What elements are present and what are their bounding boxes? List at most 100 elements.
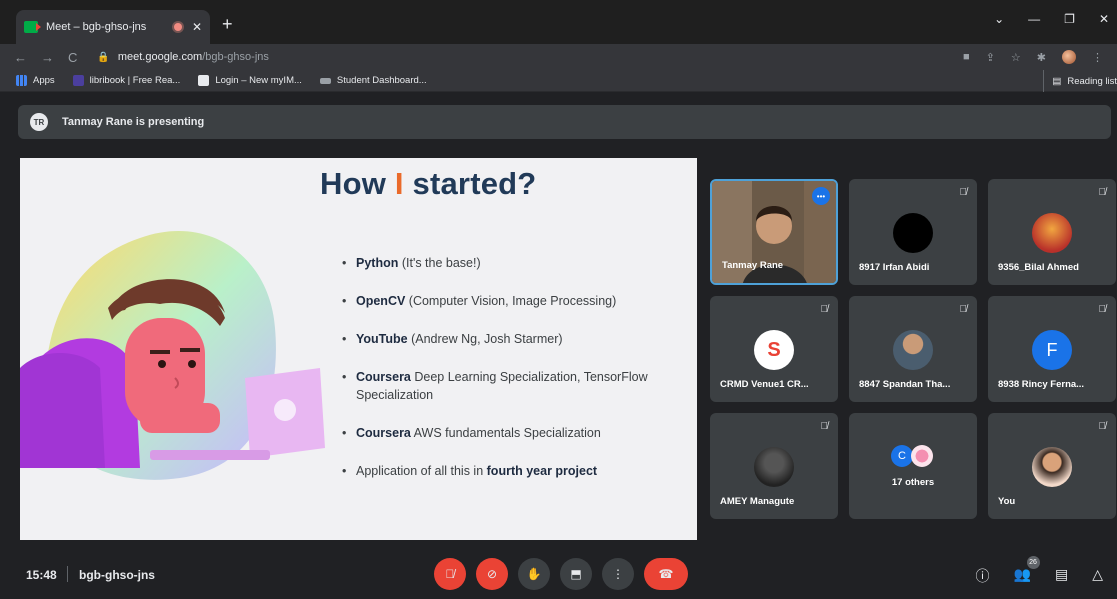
bookmark-student-dashboard[interactable]: Student Dashboard... <box>319 75 427 86</box>
mic-off-icon: 🎙̸ <box>959 187 968 198</box>
people-button[interactable]: 👥 26 <box>1013 556 1040 586</box>
back-button[interactable]: ← <box>14 50 27 65</box>
camera-off-icon: ⊘ <box>486 567 498 581</box>
mic-toggle-button[interactable]: 🎙̸ <box>434 558 466 590</box>
raise-hand-button[interactable]: ✋ <box>518 558 550 590</box>
presenter-avatar: TR <box>30 113 48 131</box>
participant-avatar <box>1032 447 1072 487</box>
shapes-icon: △ <box>1092 566 1103 582</box>
bookmark-apps[interactable]: Apps <box>16 75 55 86</box>
activities-button[interactable]: △ <box>1092 566 1103 586</box>
forward-button[interactable]: → <box>41 50 54 65</box>
meeting-details-button[interactable]: ⓘ <box>976 566 990 586</box>
end-call-button[interactable]: ☎ <box>644 558 688 590</box>
tab-title: Meet – bgb-ghso-jns <box>46 21 147 33</box>
shared-slide: How I started? • Python (It's the base!)… <box>20 158 697 540</box>
participant-tile-bilal[interactable]: 🎙̸ 9356_Bilal Ahmed <box>988 179 1116 285</box>
close-window-button[interactable]: ✕ <box>1099 12 1109 26</box>
participant-tile-spandan[interactable]: 🎙̸ 8847 Spandan Tha... <box>849 296 977 402</box>
reading-list-button[interactable]: ▤ Reading list <box>1043 70 1117 92</box>
reading-list-icon: ▤ <box>1052 75 1062 87</box>
extensions-icon[interactable]: ✱ <box>1037 51 1046 64</box>
others-avatar-c: C <box>891 445 913 467</box>
meet-favicon-icon <box>24 21 41 33</box>
reload-button[interactable]: C <box>68 50 77 65</box>
apps-grid-icon <box>16 75 27 86</box>
meet-bottom-bar: 15:48 bgb-ghso-jns 🎙̸ ⊘ ✋ ⬒ ⋮ ☎ ⓘ 👥 26 ▤… <box>0 552 1117 599</box>
meet-window: TR Tanmay Rane is presenting How I start… <box>0 92 1117 599</box>
libribook-icon <box>72 75 84 86</box>
bullet-item: Coursera AWS fundamentals Specialization <box>342 424 692 442</box>
people-icon: 👥 <box>1013 566 1031 582</box>
participant-tile-crmd[interactable]: 🎙̸ S CRMD Venue1 CR... <box>710 296 838 402</box>
meet-side-controls: ⓘ 👥 26 ▤ △ <box>976 556 1103 586</box>
participant-tile-you[interactable]: 🎙̸ You <box>988 413 1116 519</box>
slide-bullet-list: Python (It's the base!) OpenCV (Computer… <box>342 254 692 500</box>
logo-s-icon: S <box>767 338 781 361</box>
participant-name: 8938 Rincy Ferna... <box>998 379 1085 390</box>
url-host: meet.google.com <box>117 51 203 63</box>
hang-up-icon: ☎ <box>658 567 674 581</box>
minimize-button[interactable]: — <box>1028 12 1040 26</box>
nav-buttons: ← → C <box>14 50 77 65</box>
mic-off-icon: 🎙̸ <box>1098 187 1107 198</box>
login-site-icon <box>198 75 210 86</box>
more-vert-icon: ⋮ <box>612 567 624 581</box>
mic-off-icon: 🎙̸ <box>959 304 968 315</box>
participant-name: 8847 Spandan Tha... <box>859 379 951 390</box>
chat-icon: ▤ <box>1054 566 1069 582</box>
participant-tile-rincy[interactable]: 🎙̸ F 8938 Rincy Ferna... <box>988 296 1116 402</box>
participant-tile-irfan[interactable]: 🎙̸ 8917 Irfan Abidi <box>849 179 977 285</box>
info-icon: ⓘ <box>975 568 990 584</box>
browser-menu-icon[interactable]: ⋮ <box>1092 51 1103 64</box>
participant-avatar <box>754 447 794 487</box>
tab-search-button[interactable]: ⌄ <box>994 12 1004 26</box>
present-button[interactable]: ⬒ <box>560 558 592 590</box>
participant-tile-amey[interactable]: 🎙̸ AMEY Managute <box>710 413 838 519</box>
chat-button[interactable]: ▤ <box>1055 566 1068 586</box>
bookmark-login[interactable]: Login – New myIM... <box>198 75 302 86</box>
presenting-text: Tanmay Rane is presenting <box>62 116 205 128</box>
bookmark-libribook[interactable]: libribook | Free Rea... <box>72 75 180 86</box>
tab-close-button[interactable]: ✕ <box>192 20 202 34</box>
share-icon[interactable]: ⇪ <box>986 51 995 64</box>
participant-name: AMEY Managute <box>720 496 795 507</box>
mic-off-icon: 🎙̸ <box>445 567 455 581</box>
participant-avatar <box>893 330 933 370</box>
mic-off-icon: 🎙̸ <box>820 304 829 315</box>
participant-avatar: F <box>1032 330 1072 370</box>
camera-in-use-icon[interactable]: ■ <box>963 51 970 63</box>
bullet-item: YouTube (Andrew Ng, Josh Starmer) <box>342 330 692 348</box>
mic-off-icon: 🎙̸ <box>1098 304 1107 315</box>
browser-tab-bar: Meet – bgb-ghso-jns ✕ + ⌄ — ❐ ✕ <box>0 0 1117 44</box>
profile-avatar[interactable] <box>1062 50 1076 64</box>
lock-icon: 🔒 <box>97 51 110 63</box>
address-bar-icons: ■ ⇪ ☆ ✱ ⋮ <box>963 50 1103 64</box>
call-controls: 🎙̸ ⊘ ✋ ⬒ ⋮ ☎ <box>434 558 688 590</box>
slide-title: How I started? <box>320 166 537 201</box>
bookmark-star-icon[interactable]: ☆ <box>1011 51 1021 64</box>
participant-tile-tanmay[interactable]: ••• Tanmay Rane <box>710 179 838 285</box>
url-input[interactable]: 🔒 meet.google.com /bgb-ghso-jns <box>89 46 963 68</box>
bullet-item: Python (It's the base!) <box>342 254 692 272</box>
participant-name: 9356_Bilal Ahmed <box>998 262 1079 273</box>
participant-name: CRMD Venue1 CR... <box>720 379 809 390</box>
bullet-item: Coursera Deep Learning Specialization, T… <box>342 368 692 404</box>
new-tab-button[interactable]: + <box>222 14 233 35</box>
camera-toggle-button[interactable]: ⊘ <box>476 558 508 590</box>
participant-avatar: S <box>754 330 794 370</box>
more-options-button[interactable]: ⋮ <box>602 558 634 590</box>
participant-tile-others[interactable]: C 17 others <box>849 413 977 519</box>
restore-button[interactable]: ❐ <box>1064 12 1075 26</box>
hand-icon: ✋ <box>526 567 542 581</box>
participant-name: You <box>998 496 1016 507</box>
participant-avatar <box>893 213 933 253</box>
present-screen-icon: ⬒ <box>570 567 582 581</box>
bullet-item: OpenCV (Computer Vision, Image Processin… <box>342 292 692 310</box>
divider <box>67 566 68 582</box>
browser-tab[interactable]: Meet – bgb-ghso-jns ✕ <box>16 10 210 44</box>
url-path: /bgb-ghso-jns <box>202 51 269 63</box>
others-avatar-ribbon <box>911 445 933 467</box>
presenting-banner: TR Tanmay Rane is presenting <box>18 105 1111 139</box>
speaking-indicator-icon: ••• <box>812 187 830 205</box>
